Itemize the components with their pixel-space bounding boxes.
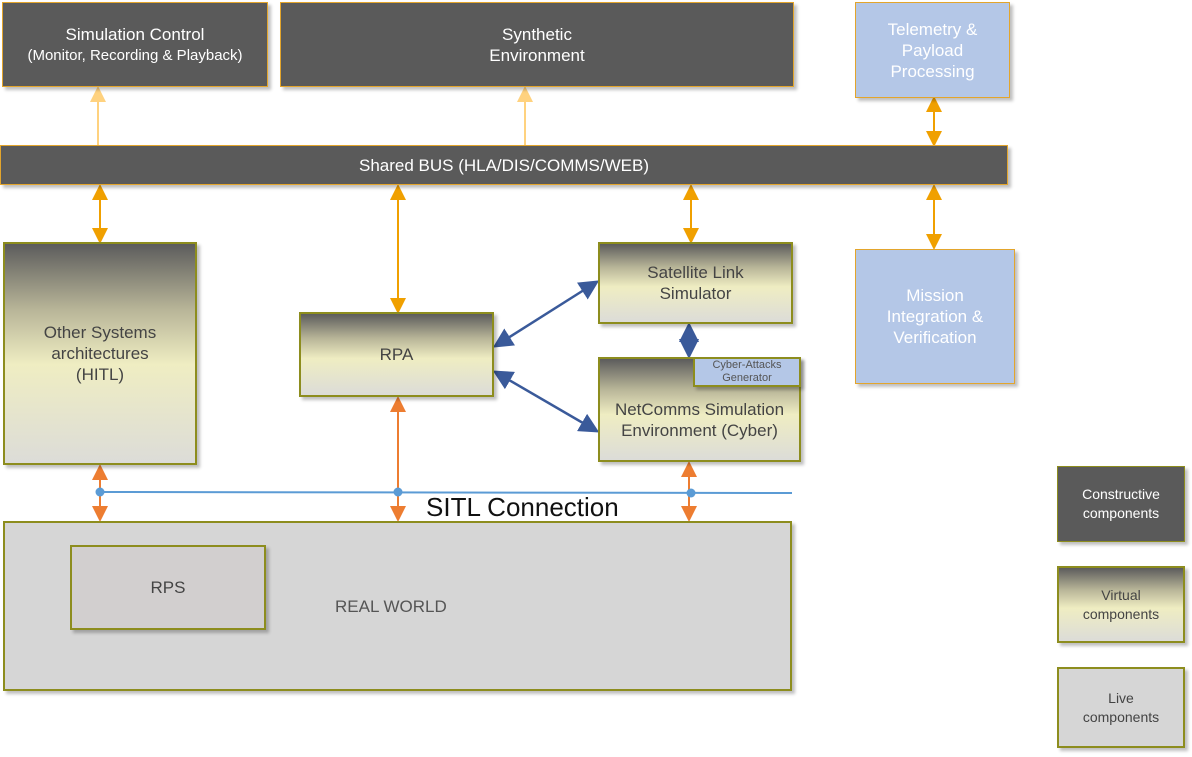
box-title: Simulator xyxy=(659,284,732,303)
box-title: Environment (Cyber) xyxy=(621,420,778,440)
box-title: Satellite Link xyxy=(647,263,744,282)
box-title: Simulation Control xyxy=(65,24,205,44)
box-title: Integration & xyxy=(886,307,984,326)
mission-integration-box: Mission Integration & Verification xyxy=(855,249,1015,384)
arrow-rpa-netcomms xyxy=(492,370,600,433)
box-title: NetComms Simulation xyxy=(614,399,785,419)
rps-box: RPS xyxy=(70,545,266,630)
rpa-box: RPA xyxy=(299,312,494,397)
sitl-node xyxy=(393,487,403,497)
box-title: RPA xyxy=(379,345,414,364)
legend-virtual: Virtual components xyxy=(1057,566,1185,643)
box-title: Environment xyxy=(489,45,585,65)
box-title: Synthetic xyxy=(502,24,572,44)
real-world-label: REAL WORLD xyxy=(335,597,447,616)
sitl-label: SITL Connection xyxy=(426,492,619,522)
arrow-rpa-satellite xyxy=(492,280,600,348)
sitl-node xyxy=(686,488,696,498)
legend-label: Virtual xyxy=(1101,586,1141,603)
box-title: Processing xyxy=(890,61,975,81)
sitl-node xyxy=(95,487,105,497)
legend-label: components xyxy=(1082,708,1160,725)
box-title: architectures xyxy=(51,344,149,363)
cyber-attacks-box: Cyber-Attacks Generator xyxy=(693,357,801,387)
synthetic-environment-box: Synthetic Environment xyxy=(280,2,794,87)
box-title: Telemetry & xyxy=(887,19,978,39)
simulation-control-box: Simulation Control (Monitor, Recording &… xyxy=(2,2,268,87)
other-systems-box: Other Systems architectures (HITL) xyxy=(3,242,197,465)
architecture-diagram: Simulation Control (Monitor, Recording &… xyxy=(0,0,1192,757)
box-title: Generator xyxy=(722,372,772,384)
box-title: Verification xyxy=(893,328,977,347)
shared-bus: Shared BUS (HLA/DIS/COMMS/WEB) xyxy=(0,145,1008,185)
legend-label: Live xyxy=(1108,689,1134,706)
bus-label: Shared BUS (HLA/DIS/COMMS/WEB) xyxy=(358,155,649,175)
legend-label: components xyxy=(1082,505,1160,521)
box-title: (HITL) xyxy=(75,365,125,384)
box-title: Cyber-Attacks xyxy=(712,359,782,371)
box-title: Mission xyxy=(906,286,964,305)
box-title: Payload xyxy=(901,40,964,60)
box-title: Other Systems xyxy=(43,323,157,342)
satellite-link-box: Satellite Link Simulator xyxy=(598,242,793,324)
legend-label: Constructive xyxy=(1082,486,1160,502)
legend-live: Live components xyxy=(1057,667,1185,748)
box-title: RPS xyxy=(150,578,186,597)
legend-label: components xyxy=(1082,605,1160,622)
telemetry-box: Telemetry & Payload Processing xyxy=(855,2,1010,98)
box-subtitle: (Monitor, Recording & Playback) xyxy=(27,46,243,64)
legend-constructive: Constructive components xyxy=(1057,466,1185,542)
